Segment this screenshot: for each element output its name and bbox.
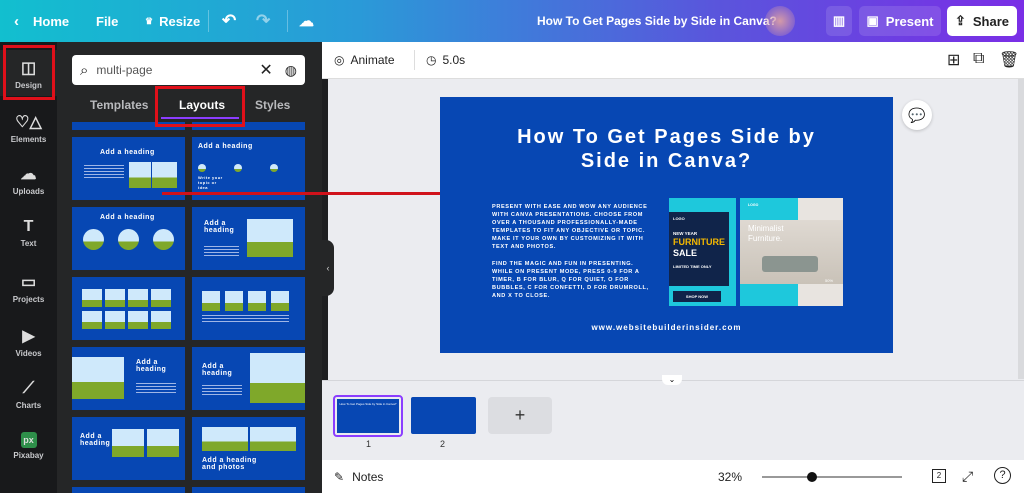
add-comment-icon: 💬 (908, 107, 926, 123)
layout-thumb[interactable]: Add a heading and photos (192, 417, 305, 480)
video-icon: ▶ (22, 328, 35, 345)
fullscreen-icon[interactable]: ⤢ (962, 468, 973, 485)
palette-icon[interactable]: ◍ (285, 62, 297, 79)
chart-icon: ⟋ (22, 380, 35, 397)
animate-icon: ◎ (334, 53, 345, 67)
add-page-button[interactable]: + (488, 397, 552, 434)
bar-chart-icon: ▥ (832, 13, 846, 28)
resize-button[interactable]: ♛ Resize (145, 14, 200, 29)
duration-button[interactable]: ◷ 5.0s (426, 53, 465, 67)
layout-thumb[interactable]: Add a heading (72, 417, 185, 480)
animate-button[interactable]: ◎ Animate (334, 53, 395, 67)
side-rail: ◫ Design ♡△ Elements ☁ Uploads T Text ▭ Proje… (0, 42, 57, 493)
rail-charts[interactable]: ⟋ Charts (0, 380, 57, 410)
share-button[interactable]: ⇪ Share (947, 6, 1017, 36)
top-bar: ‹ Home File ♛ Resize ↶ ↷ ☁ How To Get Page… (0, 0, 1024, 42)
editor-canvas: ◎ Animate ◷ 5.0s ⊞ ⧉ 🗑 How To Get Pages Si… (162, 42, 1024, 493)
chevron-left-icon: ‹ (14, 12, 19, 30)
present-button[interactable]: ▣ Present (859, 6, 941, 36)
tab-styles[interactable]: Styles (255, 98, 290, 112)
clear-icon[interactable]: ✕ (259, 60, 272, 80)
home-button[interactable]: ‹ Home (14, 13, 69, 30)
chevron-down-icon[interactable]: ⌄ (662, 375, 682, 385)
page-strip: ⌄ How To Get Pages Side by Side in Canva… (322, 375, 1024, 460)
slide-title[interactable]: How To Get Pages Side by Side in Canva? (500, 125, 833, 173)
canvas-scrollbar[interactable] (1018, 79, 1024, 379)
cloud-upload-icon: ☁ (20, 166, 37, 183)
folder-icon: ▭ (20, 274, 37, 291)
pixabay-icon: px (20, 432, 37, 448)
layout-thumb[interactable] (192, 487, 305, 493)
rail-projects[interactable]: ▭ Projects (0, 272, 57, 304)
page-thumb-1[interactable]: How To Get Pages Side by Side in Canva? (333, 395, 403, 437)
zoom-slider[interactable] (762, 472, 902, 482)
zoom-value[interactable]: 32% (718, 470, 742, 484)
presentation-icon: ▣ (866, 13, 879, 28)
rail-text[interactable]: T Text (0, 218, 57, 248)
shapes-icon: ♡△ (15, 114, 42, 131)
clock-icon: ◷ (426, 53, 437, 67)
zoom-slider-knob[interactable] (806, 472, 817, 482)
upload-icon: ⇪ (954, 13, 966, 28)
search-icon: ⌕ (80, 61, 89, 79)
tab-templates[interactable]: Templates (90, 98, 148, 112)
rail-uploads[interactable]: ☁ Uploads (0, 164, 57, 196)
file-menu[interactable]: File (96, 14, 118, 29)
document-title[interactable]: How To Get Pages Side by Side in Canva? (537, 14, 777, 28)
layout-thumb[interactable] (72, 487, 185, 493)
comment-button[interactable]: 💬 (902, 100, 932, 130)
slide-paragraph-1[interactable]: PRESENT WITH EASE AND WOW ANY AUDIENCE W… (492, 203, 652, 251)
highlight-layouts (155, 86, 245, 127)
cloud-saved-icon[interactable]: ☁ (299, 12, 314, 30)
text-icon: T (23, 218, 34, 235)
annotation-arrow (162, 192, 462, 195)
analytics-button[interactable]: ▥ (826, 6, 852, 36)
layout-thumb[interactable]: Add a heading Write your topic or idea (192, 137, 305, 200)
duplicate-page-icon[interactable]: ⧉ (973, 50, 984, 68)
rail-videos[interactable]: ▶ Videos (0, 326, 57, 358)
layout-thumb[interactable]: Add a heading (192, 207, 305, 270)
add-page-icon[interactable]: ⊞ (947, 50, 960, 70)
bottom-bar: ✎ Notes 32% 2 ⤢ ? (322, 460, 1024, 493)
slide-paragraph-2[interactable]: FIND THE MAGIC AND FUN IN PRESENTING. WH… (492, 260, 652, 300)
layout-thumb[interactable] (72, 277, 185, 340)
layout-thumb[interactable]: Add a heading (72, 207, 185, 270)
highlight-design (3, 45, 55, 100)
page-count-button[interactable]: 2 (932, 469, 946, 483)
undo-icon[interactable]: ↶ (222, 11, 236, 31)
help-icon[interactable]: ? (994, 467, 1011, 484)
rail-pixabay[interactable]: px Pixabay (0, 432, 57, 460)
layout-thumb[interactable]: Add a heading (192, 347, 305, 410)
editor-toolbar: ◎ Animate ◷ 5.0s ⊞ ⧉ 🗑 (322, 42, 1024, 79)
delete-page-icon[interactable]: 🗑 (999, 50, 1019, 70)
page-thumb-2[interactable] (411, 397, 476, 434)
slide[interactable]: How To Get Pages Side by Side in Canva? … (440, 97, 893, 353)
minimalist-furniture-ad[interactable]: LOGO Minimalist Furniture. 50% (740, 198, 843, 306)
slide-url[interactable]: www.websitebuilderinsider.com (440, 323, 893, 332)
rail-elements[interactable]: ♡△ Elements (0, 112, 57, 144)
layout-thumb[interactable]: Add a heading (72, 347, 185, 410)
avatar[interactable] (765, 6, 795, 36)
search-input[interactable]: ⌕ multi-page ✕ ◍ (72, 55, 305, 85)
notes-icon: ✎ (334, 470, 345, 484)
layout-thumb[interactable] (192, 277, 305, 340)
crown-icon: ♛ (145, 15, 154, 26)
notes-button[interactable]: ✎ Notes (334, 470, 383, 484)
layout-thumb[interactable]: Add a heading (72, 137, 185, 200)
redo-icon[interactable]: ↷ (256, 11, 270, 31)
furniture-sale-ad[interactable]: LOGO NEW YEAR FURNITURE SALE LIMITED TIM… (669, 198, 736, 306)
